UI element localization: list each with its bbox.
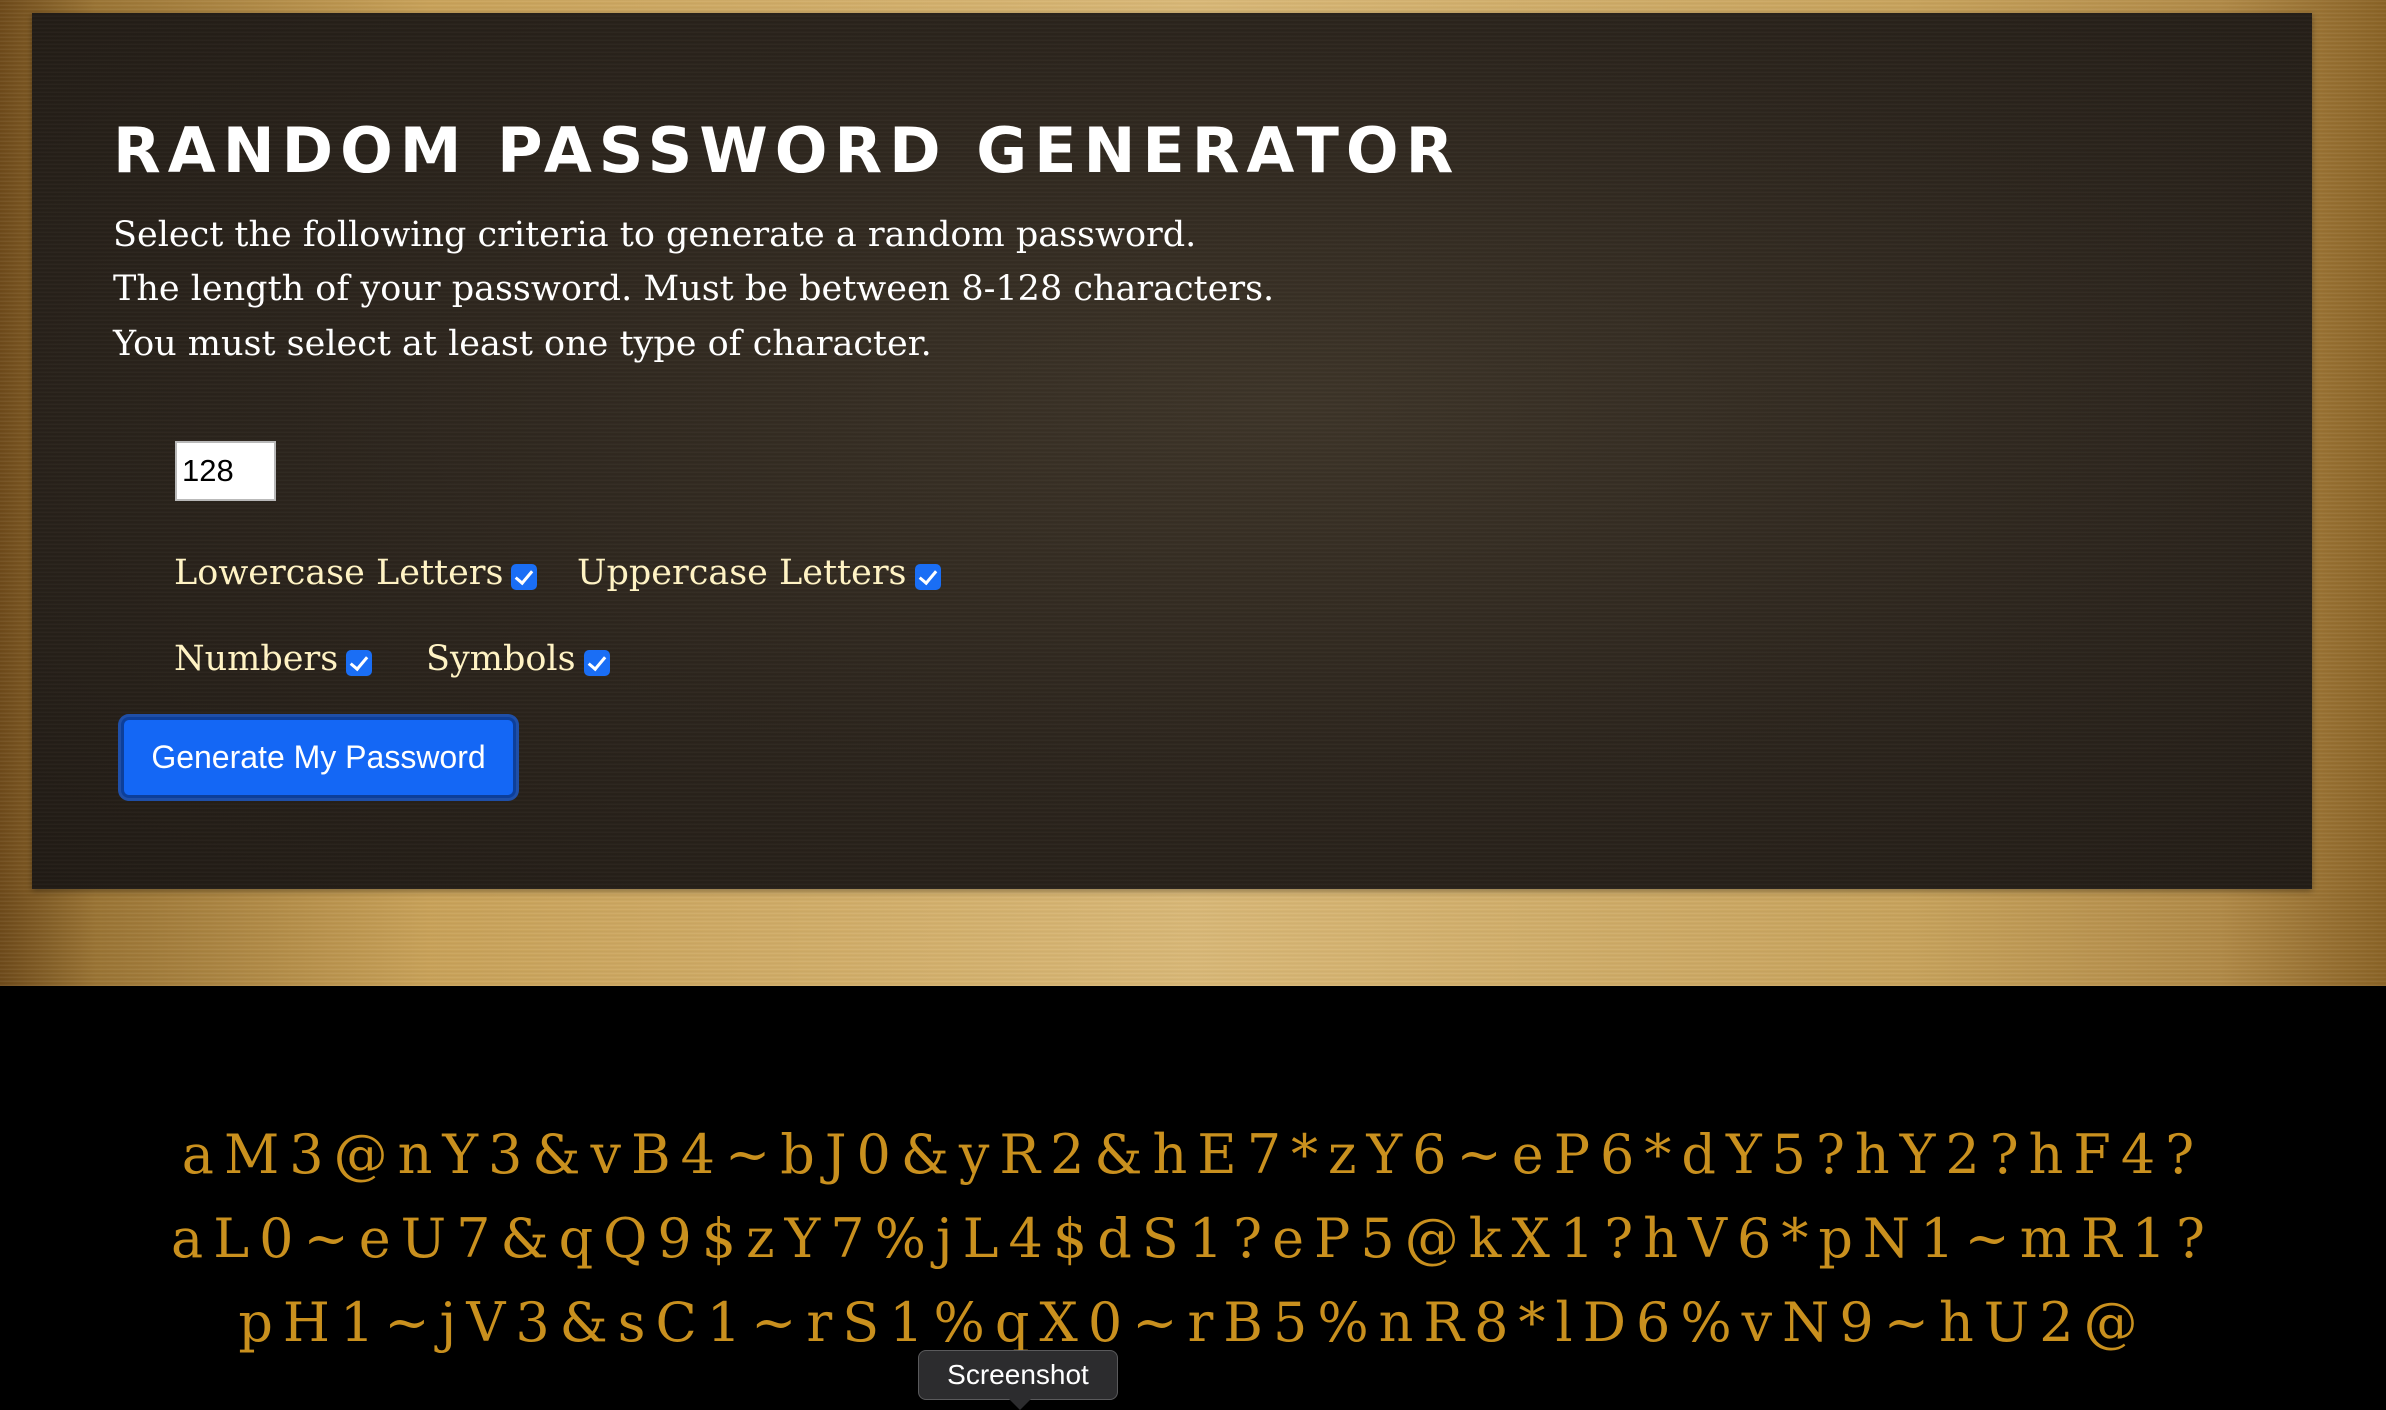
tooltip-arrow-icon xyxy=(1009,1399,1031,1410)
instruction-line-3: You must select at least one type of cha… xyxy=(113,324,932,364)
lowercase-checkbox[interactable] xyxy=(511,563,538,590)
password-line-3: pH1~jV3&sC1~rS1%qX0~rB5%nR8*lD6%vN9~hU2@ xyxy=(238,1291,2148,1354)
uppercase-label: Uppercase Letters xyxy=(577,553,907,593)
option-numbers[interactable]: Numbers xyxy=(174,639,373,679)
uppercase-checkbox[interactable] xyxy=(914,563,941,590)
option-uppercase[interactable]: Uppercase Letters xyxy=(577,556,941,591)
page-title: Random Password Generator xyxy=(113,114,1461,187)
generate-password-button[interactable]: Generate My Password xyxy=(121,717,516,798)
numbers-label: Numbers xyxy=(174,639,339,679)
password-line-1: aM3@nY3&vB4~bJ0&yR2&hE7*zY6~eP6*dY5?hY2?… xyxy=(181,1123,2205,1186)
screenshot-tooltip: Screenshot xyxy=(918,1350,1118,1400)
instruction-line-1: Select the following criteria to generat… xyxy=(113,215,1197,255)
option-symbols[interactable]: Symbols xyxy=(426,642,610,677)
lowercase-label: Lowercase Letters xyxy=(174,553,504,593)
password-length-input[interactable] xyxy=(175,441,276,501)
page: Random Password Generator Select the fol… xyxy=(0,0,2386,1410)
option-lowercase[interactable]: Lowercase Letters xyxy=(174,553,538,593)
instruction-line-2: The length of your password. Must be bet… xyxy=(113,269,1275,309)
symbols-label: Symbols xyxy=(426,639,576,679)
numbers-checkbox[interactable] xyxy=(346,649,373,676)
password-line-2: aL0~eU7&qQ9$zY7%jL4$dS1?eP5@kX1?hV6*pN1~… xyxy=(171,1207,2215,1270)
symbols-checkbox[interactable] xyxy=(583,649,610,676)
